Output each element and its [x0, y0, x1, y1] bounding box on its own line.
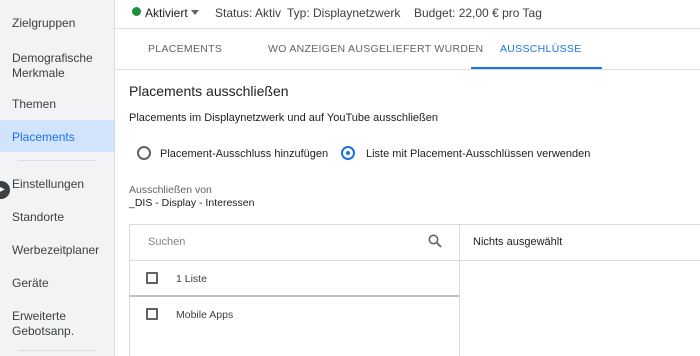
sidebar: Zielgruppen Demografische Merkmale Theme… — [0, 0, 115, 356]
sidebar-item-zielgruppen[interactable]: Zielgruppen — [12, 16, 112, 31]
sidebar-divider — [18, 160, 96, 161]
sidebar-item-demografische-merkmale[interactable]: Demografische Merkmale — [12, 51, 112, 81]
budget-label: Budget: 22,00 € pro Tag — [414, 6, 542, 20]
select-all-checkbox[interactable] — [146, 272, 158, 284]
sidebar-item-geraete[interactable]: Geräte — [12, 276, 112, 291]
tab-ausschluesse[interactable]: AUSSCHLÜSSE — [500, 43, 582, 55]
status-dropdown[interactable]: Aktiviert — [145, 6, 188, 20]
campaign-status-bar: Aktiviert Status: Aktiv Typ: Displaynetz… — [115, 0, 700, 28]
sidebar-item-einstellungen[interactable]: Einstellungen — [12, 177, 112, 192]
search-input[interactable]: Suchen — [148, 236, 185, 248]
sidebar-divider — [18, 350, 96, 351]
divider — [129, 260, 459, 261]
radio-placement-ausschluss[interactable] — [137, 146, 151, 160]
chevron-right-icon: ▶ — [0, 184, 5, 195]
tab-placements[interactable]: PLACEMENTS — [148, 43, 222, 55]
radio-liste-ausschluesse[interactable] — [341, 146, 355, 160]
status-label: Status: Aktiv — [215, 6, 282, 20]
active-tab-indicator — [471, 67, 602, 69]
list-selector-panel — [129, 224, 700, 356]
radio-label-liste-ausschluesse[interactable]: Liste mit Placement-Ausschlüssen verwend… — [366, 148, 590, 160]
collapse-sidebar-button[interactable]: ▶ — [0, 181, 10, 199]
caret-down-icon[interactable] — [191, 10, 199, 15]
tab-bar: PLACEMENTS WO ANZEIGEN AUSGELIEFERT WURD… — [115, 28, 700, 70]
list-count-label: 1 Liste — [176, 273, 207, 285]
exclude-from-label: Ausschließen von — [129, 184, 212, 196]
radio-label-placement-ausschluss[interactable]: Placement-Ausschluss hinzufügen — [160, 148, 328, 160]
sidebar-item-werbezeitplaner[interactable]: Werbezeitplaner — [12, 243, 112, 258]
type-label: Typ: Displaynetzwerk — [287, 6, 401, 20]
sidebar-item-themen[interactable]: Themen — [12, 97, 112, 112]
page-subtitle: Placements im Displaynetzwerk und auf Yo… — [129, 112, 438, 124]
list-item-label[interactable]: Mobile Apps — [176, 309, 233, 321]
divider — [129, 295, 459, 297]
search-icon[interactable] — [428, 234, 442, 248]
sidebar-item-standorte[interactable]: Standorte — [12, 210, 112, 225]
panel-divider — [459, 224, 460, 356]
sidebar-item-erweiterte-gebotsanp[interactable]: Erweiterte Gebotsanp. — [12, 309, 112, 339]
exclude-from-value: _DIS - Display - Interessen — [129, 197, 255, 209]
list-item-checkbox[interactable] — [146, 308, 158, 320]
page-title: Placements ausschließen — [129, 83, 289, 99]
sidebar-item-placements[interactable]: Placements — [12, 130, 112, 145]
divider — [460, 260, 700, 261]
tab-wo-anzeigen-ausgeliefert[interactable]: WO ANZEIGEN AUSGELIEFERT WURDEN — [268, 43, 483, 55]
selection-summary: Nichts ausgewählt — [473, 236, 563, 248]
status-dot-icon — [132, 7, 141, 16]
